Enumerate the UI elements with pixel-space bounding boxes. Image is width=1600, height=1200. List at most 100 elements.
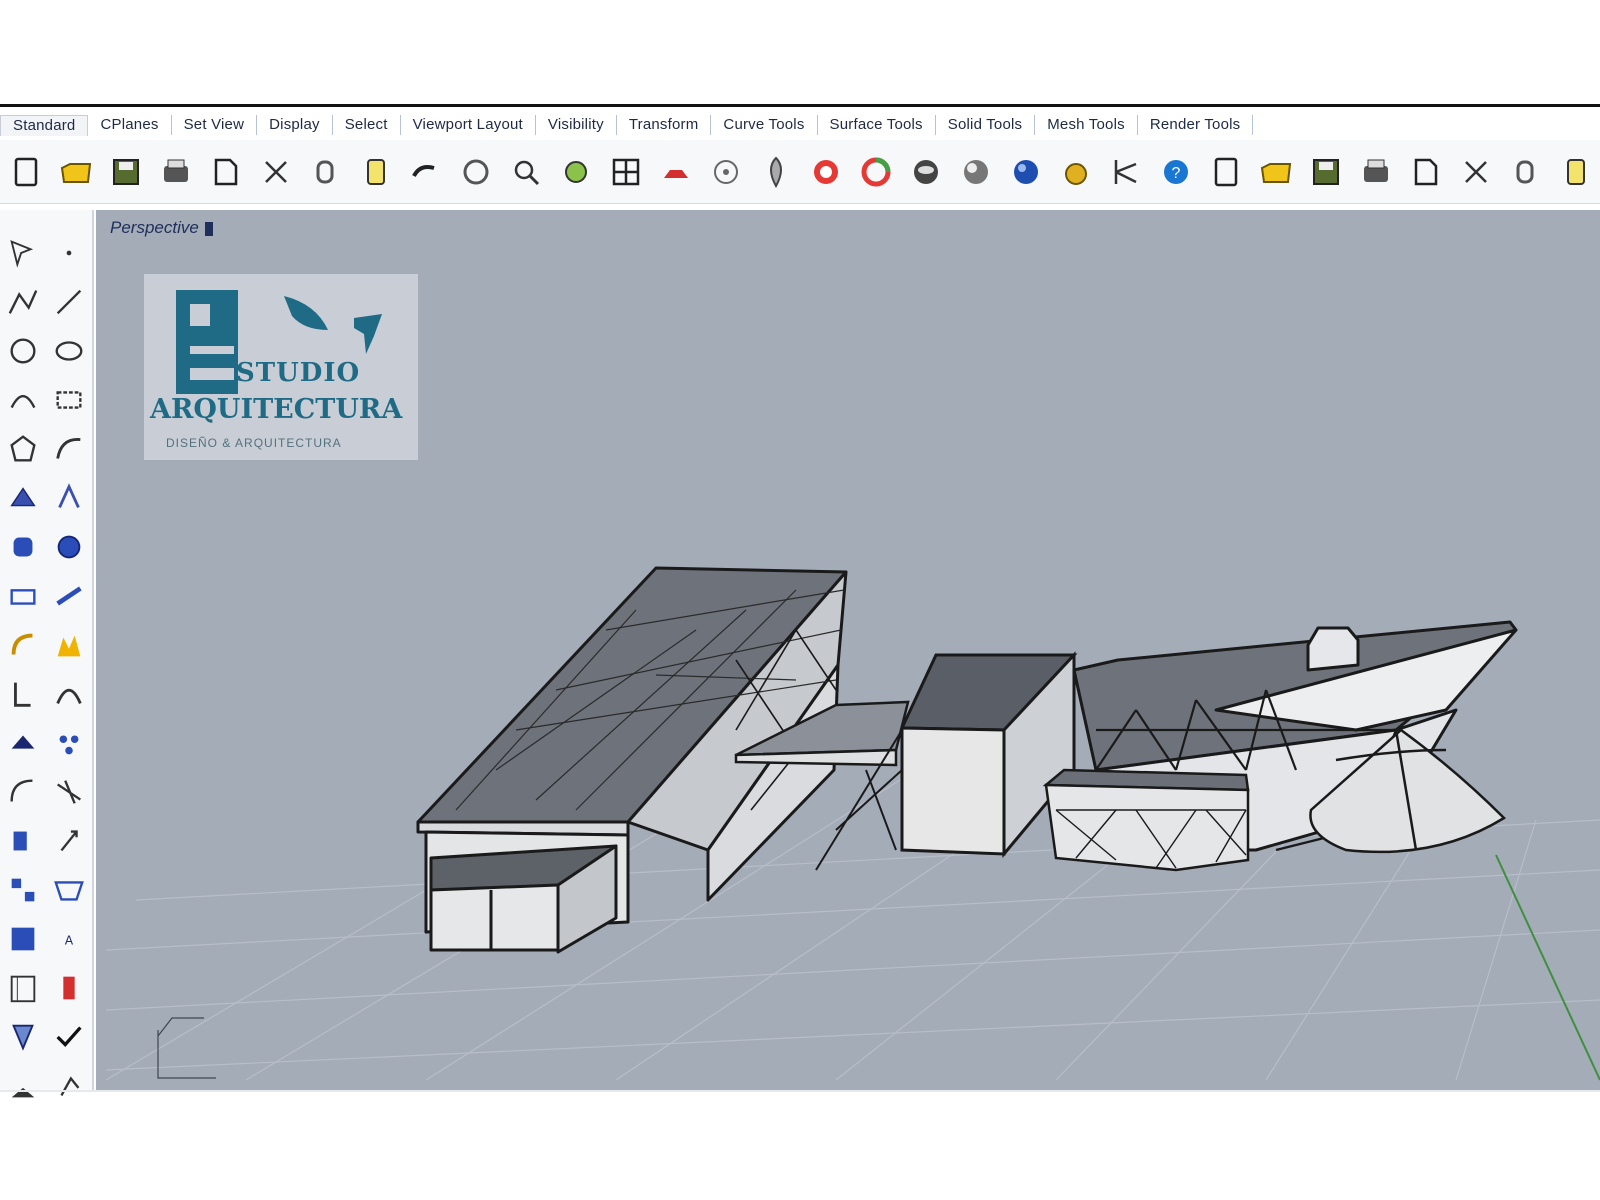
patch-icon xyxy=(58,482,80,508)
perspective-viewport[interactable]: Perspective STUDIO ARQUITECTURA DISEÑO &… xyxy=(96,210,1600,1090)
points-icon xyxy=(59,734,79,754)
import-button[interactable] xyxy=(204,150,248,194)
ellipse-icon xyxy=(55,340,83,361)
zoom-extents-icon xyxy=(664,169,688,178)
check-tool-button[interactable] xyxy=(46,1012,92,1061)
tab-viewport-layout[interactable]: Viewport Layout xyxy=(401,115,536,135)
text-tool-button[interactable]: A xyxy=(46,914,92,963)
tab-solid-tools[interactable]: Solid Tools xyxy=(936,115,1036,135)
tab-set-view[interactable]: Set View xyxy=(172,115,258,135)
explode-tool-button[interactable] xyxy=(46,816,92,865)
pan-button[interactable] xyxy=(454,150,498,194)
viewport-menu-icon[interactable] xyxy=(204,221,213,236)
copy-button[interactable] xyxy=(304,150,348,194)
zoom-extents-button[interactable] xyxy=(654,150,698,194)
fillet-tool-button[interactable] xyxy=(0,620,46,669)
curve-tool-button[interactable] xyxy=(46,424,92,473)
new-button[interactable] xyxy=(4,150,48,194)
svg-text:?: ? xyxy=(1172,165,1181,182)
pin-tool-button[interactable] xyxy=(46,963,92,1012)
paste-button[interactable] xyxy=(354,150,398,194)
properties-button[interactable] xyxy=(1504,150,1548,194)
extrude-tool-button[interactable] xyxy=(0,522,46,571)
tab-transform[interactable]: Transform xyxy=(617,115,712,135)
group-tool-button[interactable] xyxy=(0,865,46,914)
zoom-selected-button[interactable] xyxy=(704,150,748,194)
box-tool-button[interactable] xyxy=(0,571,46,620)
select-tool-button[interactable] xyxy=(0,228,46,277)
misc-tool-button[interactable] xyxy=(0,1061,46,1110)
chamfer-tool-button[interactable] xyxy=(46,620,92,669)
snap-button[interactable] xyxy=(954,150,998,194)
circle-tool-button[interactable] xyxy=(0,326,46,375)
arc-tool-button[interactable] xyxy=(0,375,46,424)
lock-icon xyxy=(1065,162,1087,185)
solid-icon xyxy=(57,535,81,558)
blend-tool-button[interactable] xyxy=(46,669,92,718)
options-button[interactable] xyxy=(1454,150,1498,194)
plugin-tool-button[interactable] xyxy=(46,1061,92,1110)
tab-curve-tools[interactable]: Curve Tools xyxy=(711,115,818,135)
block-tool-button[interactable] xyxy=(0,963,46,1012)
rendered-button[interactable] xyxy=(1204,150,1248,194)
tab-cplanes[interactable]: CPlanes xyxy=(88,115,172,135)
tab-render-tools[interactable]: Render Tools xyxy=(1138,115,1254,135)
sweep-icon xyxy=(56,585,82,606)
tab-standard[interactable]: Standard xyxy=(0,114,89,136)
offset-tool-button[interactable] xyxy=(0,669,46,718)
color-wheel-button[interactable] xyxy=(1254,150,1298,194)
points-tool-button[interactable] xyxy=(46,718,92,767)
save-button[interactable] xyxy=(104,150,148,194)
tab-visibility[interactable]: Visibility xyxy=(536,115,617,135)
tab-select[interactable]: Select xyxy=(333,115,401,135)
camera-tool-button[interactable] xyxy=(0,1012,46,1061)
lights-button[interactable] xyxy=(1004,150,1048,194)
cut-icon xyxy=(265,160,287,183)
undo-button[interactable] xyxy=(404,150,448,194)
xray-button[interactable] xyxy=(1354,150,1398,194)
surface-icon xyxy=(10,486,36,506)
line-tool-button[interactable] xyxy=(46,277,92,326)
rotate-view-button[interactable] xyxy=(504,150,548,194)
solid-tool-button[interactable] xyxy=(46,522,92,571)
open-button[interactable] xyxy=(54,150,98,194)
lock-button[interactable] xyxy=(1054,150,1098,194)
patch-tool-button[interactable] xyxy=(46,473,92,522)
array-tool-button[interactable] xyxy=(46,865,92,914)
trim-tool-button[interactable] xyxy=(0,767,46,816)
point-tool-button[interactable] xyxy=(46,228,92,277)
mesh-tool-button[interactable] xyxy=(0,718,46,767)
tab-surface-tools[interactable]: Surface Tools xyxy=(818,115,936,135)
polyline-tool-button[interactable] xyxy=(0,277,46,326)
lights-icon xyxy=(1014,159,1038,184)
ghosted-button[interactable] xyxy=(1304,150,1348,194)
zoom-button[interactable] xyxy=(554,150,598,194)
print-button[interactable] xyxy=(154,150,198,194)
dimension-icon xyxy=(11,927,35,950)
four-view-button[interactable] xyxy=(804,150,848,194)
hide-button[interactable] xyxy=(904,150,948,194)
rotate-view-icon xyxy=(514,160,540,185)
zoom-window-button[interactable] xyxy=(604,150,648,194)
sweep-tool-button[interactable] xyxy=(46,571,92,620)
surface-tool-button[interactable] xyxy=(0,473,46,522)
polygon-tool-button[interactable] xyxy=(0,424,46,473)
tab-mesh-tools[interactable]: Mesh Tools xyxy=(1035,115,1138,135)
logo-line-1: STUDIO xyxy=(236,358,361,388)
new-icon xyxy=(14,157,38,186)
rectangle-tool-button[interactable] xyxy=(46,375,92,424)
ellipse-tool-button[interactable] xyxy=(46,326,92,375)
material-sphere-button[interactable] xyxy=(1404,150,1448,194)
offset-icon xyxy=(14,682,31,707)
wireframe-button[interactable] xyxy=(1104,150,1148,194)
join-tool-button[interactable] xyxy=(0,816,46,865)
help-button[interactable] xyxy=(1554,150,1598,194)
cut-button[interactable] xyxy=(254,150,298,194)
split-tool-button[interactable] xyxy=(46,767,92,816)
shaded-button[interactable]: ? xyxy=(1154,150,1198,194)
layer-button[interactable] xyxy=(854,150,898,194)
cplane-button[interactable] xyxy=(754,150,798,194)
dimension-tool-button[interactable] xyxy=(0,914,46,963)
tab-display[interactable]: Display xyxy=(257,115,333,135)
viewport-title[interactable]: Perspective xyxy=(110,218,213,238)
